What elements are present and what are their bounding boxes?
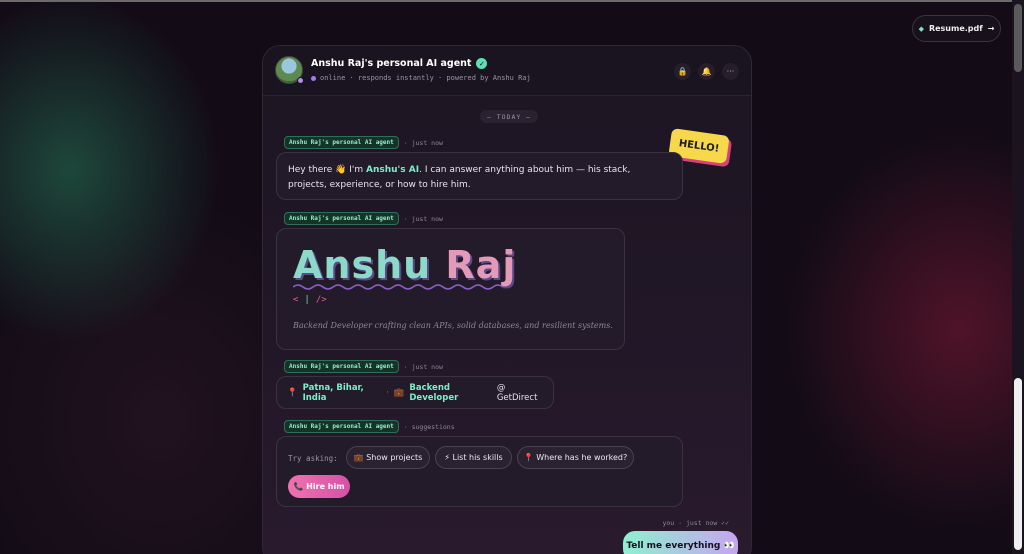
sender-badge: Anshu Raj's personal AI agent — [284, 420, 399, 433]
scrollbar-thumb[interactable] — [1014, 4, 1022, 72]
message-meta: Anshu Raj's personal AI agent · suggesti… — [284, 420, 455, 433]
try-asking-label: Try asking: — [288, 454, 338, 463]
resume-button[interactable]: ◆ Resume.pdf → — [912, 15, 1001, 42]
intro-highlight: Anshu's AI — [366, 165, 420, 175]
sender-badge: Anshu Raj's personal AI agent — [284, 360, 399, 373]
user-message: Tell me everything 👀 — [623, 531, 738, 554]
diamond-icon: ◆ — [918, 24, 924, 33]
agent-status-text: online · responds instantly · powered by… — [320, 74, 531, 82]
intro-message: Hey there 👋 I'm Anshu's AI. I can answer… — [276, 152, 683, 200]
chip-list-skills[interactable]: ⚡ List his skills — [435, 446, 512, 469]
cursor-icon: | — [304, 295, 310, 305]
more-icon[interactable]: ··· — [722, 63, 739, 80]
message-meta: Anshu Raj's personal AI agent · just now — [284, 136, 443, 149]
agent-subtitle: online · responds instantly · powered by… — [311, 74, 531, 82]
status-dot — [297, 77, 304, 84]
location-text: Patna, Bihar, India — [302, 382, 364, 403]
hire-him-button[interactable]: 📞 Hire him — [288, 475, 350, 498]
company-text: @ GetDirect — [496, 382, 538, 403]
agent-name: Anshu Raj's personal AI agent — [311, 58, 472, 69]
message-time: · suggestions — [403, 422, 455, 431]
chat-panel: Anshu Raj's personal AI agent ✓ online ·… — [262, 45, 752, 554]
hero-last-name: Raj — [445, 243, 517, 287]
code-open: < — [293, 295, 299, 305]
code-tag: < | /> — [293, 295, 327, 305]
user-message-meta: you · just now ✓✓ — [662, 519, 729, 527]
message-time: · just now — [403, 362, 443, 371]
role-text: Backend Developer — [409, 382, 459, 403]
bell-icon[interactable]: 🔔 — [698, 63, 715, 80]
verified-icon: ✓ — [476, 58, 488, 69]
pin-icon: 📍 — [287, 387, 298, 398]
wavy-underline — [293, 284, 503, 290]
arrow-right-icon: → — [987, 24, 995, 33]
hero-first-name: Anshu — [293, 243, 432, 287]
header-actions: 🔒 🔔 ··· — [674, 63, 739, 80]
resume-label: Resume.pdf — [928, 24, 983, 33]
date-divider: — TODAY — — [480, 110, 538, 123]
message-time: · just now — [403, 214, 443, 223]
sender-badge: Anshu Raj's personal AI agent — [284, 212, 399, 225]
info-message: 📍 Patna, Bihar, India · 💼 Backend Develo… — [276, 376, 554, 409]
suggestions-message: Try asking: 💼 Show projects ⚡ List his s… — [276, 436, 683, 507]
scrollbar-overlay — [1014, 378, 1022, 550]
online-dot-icon — [311, 75, 316, 81]
agent-title: Anshu Raj's personal AI agent ✓ — [311, 58, 488, 69]
message-meta: Anshu Raj's personal AI agent · just now — [284, 360, 443, 373]
intro-text-start: Hey there 👋 I'm — [288, 165, 366, 175]
code-close: /> — [315, 295, 327, 305]
message-time: · just now — [403, 138, 443, 147]
briefcase-icon: 💼 — [393, 387, 405, 398]
tagline: Backend Developer crafting clean APIs, s… — [293, 321, 613, 330]
hero-name: Anshu Raj — [293, 243, 516, 287]
separator: · — [386, 387, 389, 398]
window-top-border — [0, 0, 1024, 2]
sender-badge: Anshu Raj's personal AI agent — [284, 136, 399, 149]
message-meta: Anshu Raj's personal AI agent · just now — [284, 212, 443, 225]
chat-header: Anshu Raj's personal AI agent ✓ online ·… — [263, 46, 751, 96]
chip-show-projects[interactable]: 💼 Show projects — [346, 446, 430, 469]
chip-where-worked[interactable]: 📍 Where has he worked? — [517, 446, 634, 469]
lock-icon[interactable]: 🔒 — [674, 63, 691, 80]
name-card: Anshu Raj < | /> Backend Developer craft… — [276, 228, 625, 350]
